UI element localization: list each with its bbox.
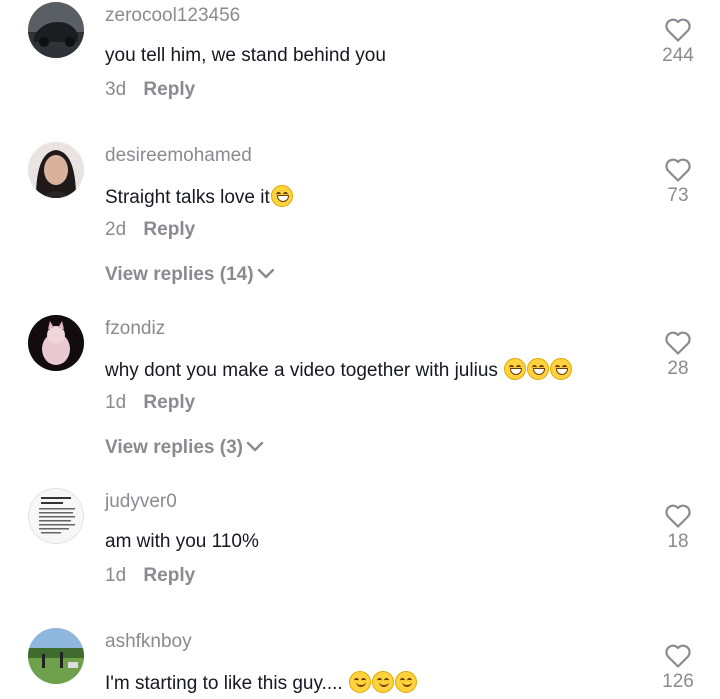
comment-username[interactable]: judyver0 <box>105 491 177 513</box>
like-button[interactable]: 244 <box>648 17 708 67</box>
reply-button[interactable]: Reply <box>143 392 195 413</box>
avatar[interactable] <box>28 488 84 544</box>
comment-username[interactable]: fzondiz <box>105 318 165 340</box>
comment-meta: 1d Reply <box>105 565 195 587</box>
comment-age: 1d <box>105 565 127 586</box>
comment-text-body: I'm starting to like this guy.... <box>105 673 348 694</box>
comment-text-body: you tell him, we stand behind you <box>105 45 386 66</box>
heart-outline-icon <box>665 644 691 668</box>
like-count: 244 <box>662 45 694 66</box>
comment-meta: 3d Reply <box>105 79 195 101</box>
comment-age: 3d <box>105 79 127 100</box>
comment-text-body: why dont you make a video together with … <box>105 360 504 381</box>
comment-meta: 2d Reply <box>105 219 195 241</box>
like-count: 73 <box>667 185 689 206</box>
comment-age: 2d <box>105 219 127 240</box>
avatar[interactable] <box>28 315 84 371</box>
like-button[interactable]: 73 <box>648 157 708 207</box>
comment-username[interactable]: desireemohamed <box>105 145 252 167</box>
heart-outline-icon <box>665 158 691 182</box>
like-count: 18 <box>667 531 689 552</box>
comment-text: why dont you make a video together with … <box>105 358 573 382</box>
comment-text: am with you 110% <box>105 531 259 553</box>
comment-age: 1d <box>105 392 127 413</box>
smirk-emoji-icon <box>371 671 394 693</box>
reply-button[interactable]: Reply <box>143 565 195 586</box>
comment-text: Straight talks love it <box>105 185 293 209</box>
comment-text: you tell him, we stand behind you <box>105 45 386 67</box>
view-replies-label: View replies (3) <box>105 437 243 459</box>
avatar[interactable] <box>28 2 84 58</box>
avatar[interactable] <box>28 142 84 198</box>
grin-emoji-icon <box>270 185 293 207</box>
view-replies-label: View replies (14) <box>105 264 254 286</box>
comment-meta: 1d Reply <box>105 392 195 414</box>
view-replies-button[interactable]: View replies (3) <box>105 437 264 459</box>
chevron-down-icon <box>246 437 264 459</box>
comment-username[interactable]: zerocool123456 <box>105 5 240 27</box>
smirk-emoji-icon <box>394 671 417 693</box>
comment-text: I'm starting to like this guy.... <box>105 671 417 695</box>
joy-emoji-icon <box>550 358 573 380</box>
like-button[interactable]: 126 <box>648 643 708 693</box>
heart-outline-icon <box>665 504 691 528</box>
comment-text-body: Straight talks love it <box>105 187 270 208</box>
chevron-down-icon <box>257 264 275 286</box>
grin-emoji-icon <box>504 358 527 380</box>
like-count: 126 <box>662 671 694 692</box>
like-count: 28 <box>667 358 689 379</box>
comment-text-body: am with you 110% <box>105 531 259 552</box>
reply-button[interactable]: Reply <box>143 79 195 100</box>
like-button[interactable]: 28 <box>648 330 708 380</box>
heart-outline-icon <box>665 331 691 355</box>
view-replies-button[interactable]: View replies (14) <box>105 264 275 286</box>
avatar[interactable] <box>28 628 84 684</box>
like-button[interactable]: 18 <box>648 503 708 553</box>
reply-button[interactable]: Reply <box>143 219 195 240</box>
smirk-emoji-icon <box>348 671 371 693</box>
sweat-smile-emoji-icon <box>527 358 550 380</box>
heart-outline-icon <box>665 18 691 42</box>
comment-username[interactable]: ashfknboy <box>105 631 192 653</box>
